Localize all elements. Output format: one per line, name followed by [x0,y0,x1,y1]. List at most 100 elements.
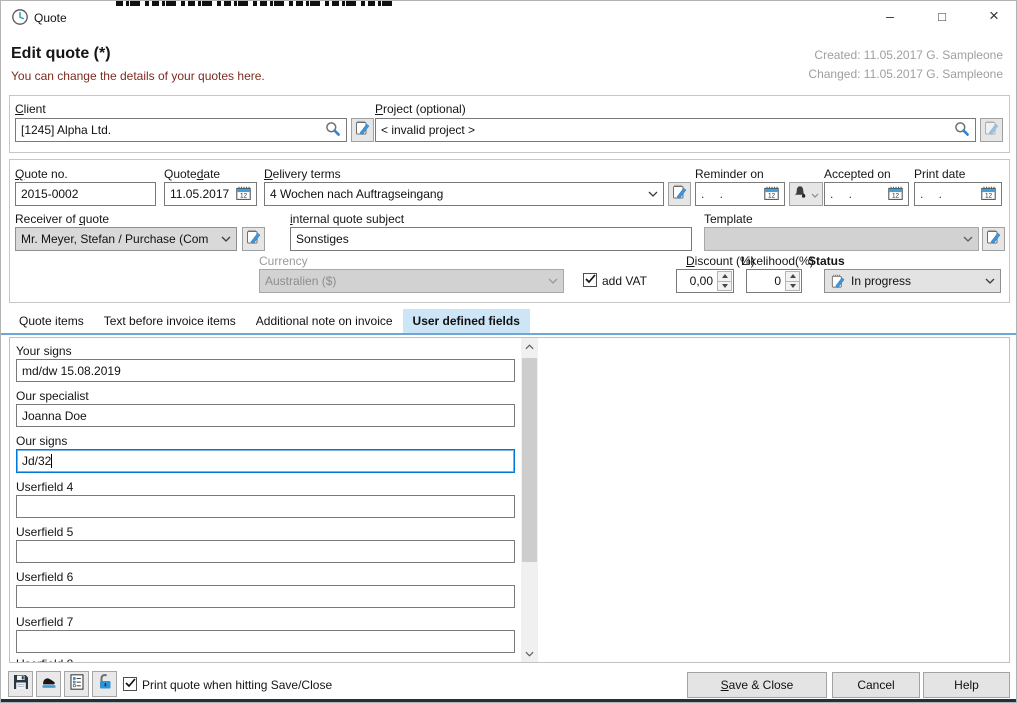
user-fields-panel: Your signs md/dw 15.08.2019 Our speciali… [9,337,1010,663]
tab-additional-note-on-invoice[interactable]: Additional note on invoice [246,309,403,333]
userfield-6-input[interactable] [16,585,515,608]
client-edit-button[interactable] [351,118,374,142]
check-icon [125,675,136,693]
userfield-4-input[interactable] [16,495,515,518]
userfield-8-label-clipped: Userfield 8 [16,657,73,663]
userfield-4-label: Userfield 4 [16,480,73,494]
our-specialist-value: Joanna Doe [22,409,509,423]
unlock-tool-button[interactable] [92,671,117,697]
likelihood-spinner[interactable]: 0 [746,269,802,293]
accepted-on-input[interactable]: . . 12 [824,182,909,206]
print-on-save-checkbox[interactable] [123,677,137,691]
spin-down-button[interactable] [717,281,732,292]
our-specialist-input[interactable]: Joanna Doe [16,404,515,427]
currency-value: Australien ($) [265,274,544,288]
tab-user-defined-fields[interactable]: User defined fields [403,309,530,333]
tab-underline [1,333,1017,335]
template-label: Template [704,212,753,226]
userfield-7-input[interactable] [16,630,515,653]
help-button[interactable]: Help [923,672,1010,698]
chevron-down-icon [985,278,995,284]
edit-icon [983,119,1000,141]
your-signs-input[interactable]: md/dw 15.08.2019 [16,359,515,382]
accepted-on-value: . . [830,187,888,201]
delivery-terms-combobox[interactable]: 4 Wochen nach Auftragseingang [264,182,664,206]
calendar-icon[interactable]: 12 [888,186,903,203]
search-icon[interactable] [954,121,970,140]
save-tool-button[interactable] [8,671,33,697]
chevron-down-icon [648,191,658,197]
receiver-value: Mr. Meyer, Stefan / Purchase (Com [21,232,217,246]
edit-icon [671,183,688,205]
scroll-down-button[interactable] [521,645,538,662]
print-icon [40,673,58,696]
minimize-button[interactable]: – [869,4,911,28]
report-icon [68,673,86,696]
userfield-7-label: Userfield 7 [16,615,73,629]
project-value: < invalid project > [381,123,954,137]
delivery-terms-label: Delivery terms [264,167,341,181]
search-icon[interactable] [325,121,341,140]
svg-text:12: 12 [240,192,248,199]
print-tool-button[interactable] [36,671,61,697]
receiver-edit-button[interactable] [242,227,265,251]
cancel-button[interactable]: Cancel [832,672,920,698]
reminder-bell-button[interactable] [789,182,823,206]
receiver-combobox[interactable]: Mr. Meyer, Stefan / Purchase (Com [15,227,237,251]
quotedate-input[interactable]: 11.05.2017 12 [164,182,257,206]
svg-text:12: 12 [768,192,776,199]
maximize-button[interactable]: □ [921,4,963,28]
changed-label: Changed: 11.05.2017 G. Sampleone [808,67,1003,81]
add-vat-checkbox[interactable] [583,273,597,287]
clock-icon [11,8,29,31]
currency-label: Currency [259,254,308,268]
reminder-on-input[interactable]: . . 12 [695,182,785,206]
discount-spinner[interactable]: 0,00 [676,269,734,293]
save-close-button[interactable]: Save & Close [687,672,827,698]
created-label: Created: 11.05.2017 G. Sampleone [814,48,1003,62]
accepted-on-label: Accepted on [824,167,891,181]
calendar-icon[interactable]: 12 [764,186,779,203]
background-window-fragment [116,1,396,6]
status-combobox[interactable]: In progress [824,269,1001,293]
likelihood-value: 0 [752,274,781,288]
quotedate-value: 11.05.2017 [170,187,236,201]
currency-combobox: Australien ($) [259,269,564,293]
vertical-scrollbar[interactable] [521,338,538,662]
subject-input[interactable]: Sonstiges [290,227,692,251]
scroll-thumb[interactable] [522,358,537,562]
close-button[interactable]: × [973,4,1015,28]
project-edit-button[interactable] [980,118,1003,142]
print-date-label: Print date [914,167,965,181]
discount-value: 0,00 [682,274,713,288]
our-signs-label: Our signs [16,434,67,448]
template-edit-button[interactable] [982,227,1005,251]
reminder-on-value: . . [701,187,764,201]
project-input[interactable]: < invalid project > [375,118,976,142]
quotedate-label: Quotedate [164,167,220,181]
tab-text-before-invoice-items[interactable]: Text before invoice items [94,309,246,333]
delivery-terms-edit-button[interactable] [668,182,691,206]
print-date-input[interactable]: . . 12 [914,182,1002,206]
page-title: Edit quote (*) [11,44,111,63]
print-date-value: . . [920,187,981,201]
scroll-up-button[interactable] [521,338,538,355]
receiver-label: Receiver of quote [15,212,109,226]
edit-icon [354,119,371,141]
check-icon [585,271,596,289]
calendar-icon[interactable]: 12 [981,186,996,203]
spin-down-button[interactable] [785,281,800,292]
page-subtitle: You can change the details of your quote… [11,69,265,83]
quote-window: Quote – □ × Edit quote (*) You can chang… [0,0,1017,703]
tab-quote-items[interactable]: Quote items [9,309,94,333]
calendar-icon[interactable]: 12 [236,186,251,203]
userfield-5-label: Userfield 5 [16,525,73,539]
status-value: In progress [851,274,981,288]
our-signs-input[interactable]: Jd/32 [16,449,515,473]
chevron-down-icon [221,236,231,242]
report-tool-button[interactable] [64,671,89,697]
client-input[interactable]: [1245] Alpha Ltd. [15,118,347,142]
userfield-5-input[interactable] [16,540,515,563]
quote-no-input[interactable]: 2015-0002 [15,182,156,206]
template-combobox[interactable] [704,227,979,251]
